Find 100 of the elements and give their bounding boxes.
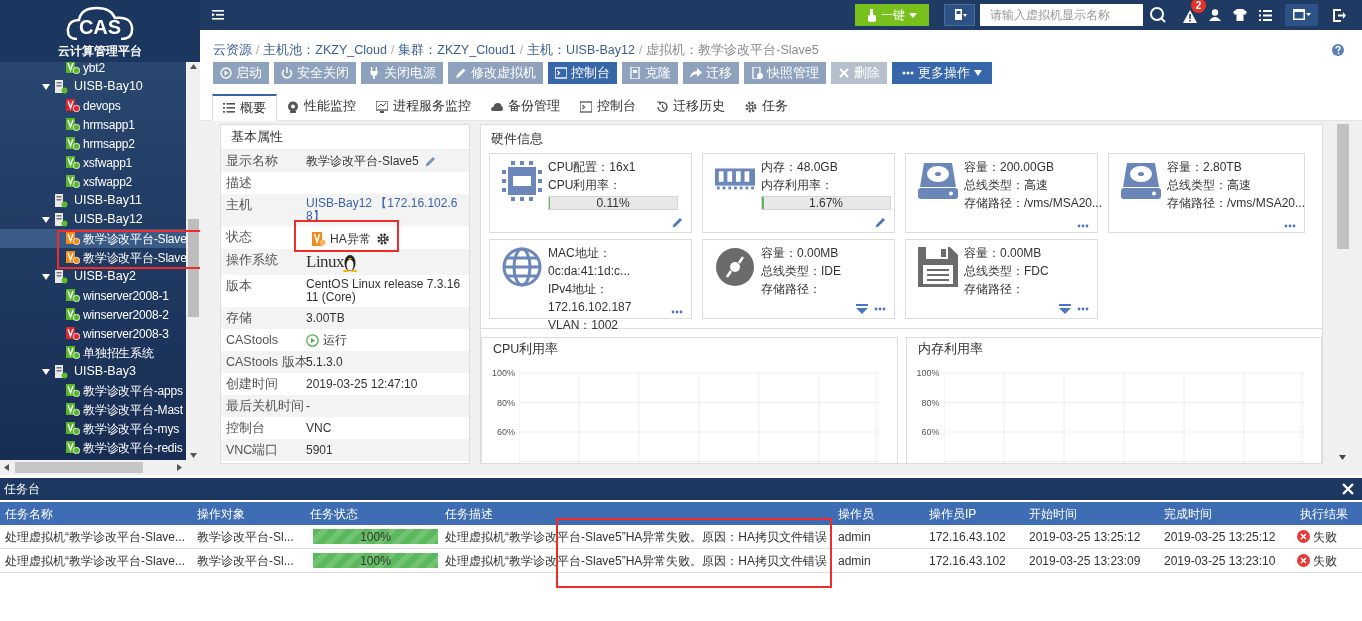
server-icon	[54, 193, 68, 208]
action-button[interactable]: 更多操作	[892, 62, 992, 84]
tab[interactable]: 概要	[212, 94, 277, 121]
tab[interactable]: 备份管理	[481, 93, 570, 120]
logout-icon[interactable]	[1333, 8, 1346, 22]
pencil-icon[interactable]	[424, 155, 436, 167]
more-icon[interactable]	[1284, 224, 1296, 228]
vm-label[interactable]: 教学诊改平台-mys	[83, 419, 179, 438]
breadcrumb-link[interactable]: 主机：UISB-Bay12	[527, 40, 635, 60]
close-icon	[838, 67, 850, 79]
scroll-right-arrow-icon[interactable]	[177, 464, 182, 471]
status-text: HA异常	[330, 232, 371, 246]
warning-icon[interactable]	[1183, 10, 1197, 23]
hard-disk-icon	[1121, 161, 1161, 201]
table-cell-text: 2019-03-25 13:25:12	[1028, 528, 1142, 546]
vm-label[interactable]: winserver2008-1	[83, 286, 169, 305]
scrollbar-thumb[interactable]	[15, 462, 143, 473]
search-field[interactable]: 请输入虚拟机显示名称	[980, 4, 1143, 26]
more-icon[interactable]	[671, 310, 683, 314]
more-icon[interactable]	[1077, 224, 1089, 228]
gear-icon[interactable]	[376, 233, 389, 245]
filter-icon[interactable]	[1059, 304, 1071, 314]
vm-label[interactable]: xsfwapp2	[83, 172, 133, 191]
table-cell-text: 172.16.43.102	[928, 528, 1007, 546]
cpu-chip-icon	[502, 161, 542, 201]
property-value: 教学诊改平台-Slave5	[306, 154, 419, 168]
caret-icon	[974, 70, 982, 76]
pencil-icon[interactable]	[875, 217, 886, 228]
caret-icon[interactable]	[42, 273, 50, 280]
vm-label[interactable]: hrmsapp1	[83, 115, 135, 134]
vm-label[interactable]: 教学诊改平台-redis	[83, 438, 183, 457]
scroll-down-arrow-icon[interactable]	[1339, 455, 1346, 460]
layout-dropdown[interactable]	[1285, 4, 1318, 26]
scrollbar-thumb[interactable]	[187, 219, 199, 317]
more-icon[interactable]	[1077, 307, 1089, 311]
property-label: 版本	[225, 278, 253, 295]
column-header: 操作对象	[196, 505, 246, 523]
vm-label[interactable]: 教学诊改平台-apps	[83, 381, 183, 400]
host-label[interactable]: UISB-Bay12	[74, 210, 143, 229]
vm-label[interactable]: 单独招生系统	[83, 343, 154, 362]
scroll-down-arrow-icon[interactable]	[189, 453, 197, 458]
cloud-icon	[491, 100, 503, 113]
scroll-left-arrow-icon[interactable]	[4, 464, 9, 471]
status-text: 运行	[323, 333, 347, 347]
table-cell-text: admin	[837, 528, 872, 546]
tab[interactable]: 进程服务监控	[366, 93, 481, 120]
terminal-icon	[580, 100, 592, 113]
breadcrumb-separator: /	[519, 42, 524, 59]
scrollbar-thumb[interactable]	[1336, 124, 1349, 249]
user-icon[interactable]	[1209, 9, 1221, 21]
caret-icon[interactable]	[42, 83, 50, 90]
property-value: 2019-03-25 12:47:10	[306, 377, 418, 391]
caret-icon[interactable]	[42, 216, 50, 223]
vm-label[interactable]: hrmsapp2	[83, 134, 135, 153]
list-icon[interactable]	[1259, 9, 1272, 21]
host-label[interactable]: UISB-Bay3	[74, 362, 136, 381]
vm-label[interactable]: devops	[83, 96, 121, 115]
close-icon[interactable]	[1342, 483, 1354, 495]
logo-subtitle: 云计算管理平台	[58, 43, 142, 60]
device-info-text: 内存利用率：	[761, 177, 834, 194]
help-icon[interactable]	[1332, 44, 1344, 56]
property-label: CAStools	[225, 332, 280, 348]
breadcrumb-link[interactable]: 主机池：ZKZY_Cloud	[263, 40, 387, 60]
hand-icon	[867, 8, 877, 22]
horizontal-scrollbar[interactable]	[0, 460, 200, 475]
host-label[interactable]: UISB-Bay10	[74, 77, 143, 96]
notification-badge: 2	[1191, 0, 1206, 13]
host-label[interactable]: UISB-Bay2	[74, 267, 136, 286]
column-header: 任务状态	[309, 505, 359, 523]
vm-label[interactable]: winserver2008-2	[83, 305, 169, 324]
filter-icon[interactable]	[856, 304, 868, 314]
menu-collapse-icon[interactable]	[212, 10, 224, 20]
column-header: 执行结果	[1299, 505, 1349, 523]
device-info-text: 容量：0.00MB	[964, 245, 1043, 262]
scroll-up-arrow-icon[interactable]	[189, 64, 197, 69]
vm-label[interactable]: winserver2008-3	[83, 324, 169, 343]
device-info-text: 容量：200.00GB	[964, 159, 1056, 176]
device-dropdown[interactable]	[944, 4, 975, 26]
device-info-text: CPU利用率：	[548, 177, 623, 194]
axis-label: 80%	[921, 396, 940, 410]
device-info-text: 172.16.102.187	[548, 299, 632, 316]
progress-reading: 100%	[360, 552, 391, 570]
usage-reading: 0.11%	[596, 197, 630, 209]
table-cell-text: 处理虚拟机“教学诊改平台-Slave...	[4, 552, 186, 570]
tab[interactable]: 控制台	[570, 93, 646, 120]
tab[interactable]: 任务	[735, 93, 798, 120]
breadcrumb-link[interactable]: 集群：ZKZY_Cloud1	[398, 40, 516, 60]
action-button[interactable]: 控制台	[548, 62, 617, 84]
host-label[interactable]: UISB-Bay11	[74, 191, 142, 210]
caret-icon[interactable]	[42, 368, 50, 375]
vm-label[interactable]: 教学诊改平台-Slave	[83, 248, 186, 267]
vm-label[interactable]: ybt2	[83, 58, 105, 77]
tab[interactable]: 迁移历史	[646, 93, 735, 120]
vm-label[interactable]: 教学诊改平台-Mast	[83, 400, 183, 419]
more-icon[interactable]	[874, 307, 886, 311]
tab[interactable]: 性能监控	[277, 93, 366, 120]
breadcrumb-link[interactable]: 云资源	[213, 40, 252, 60]
vm-label[interactable]: xsfwapp1	[83, 153, 133, 172]
pencil-icon[interactable]	[672, 217, 683, 228]
shirt-icon[interactable]	[1233, 9, 1247, 21]
